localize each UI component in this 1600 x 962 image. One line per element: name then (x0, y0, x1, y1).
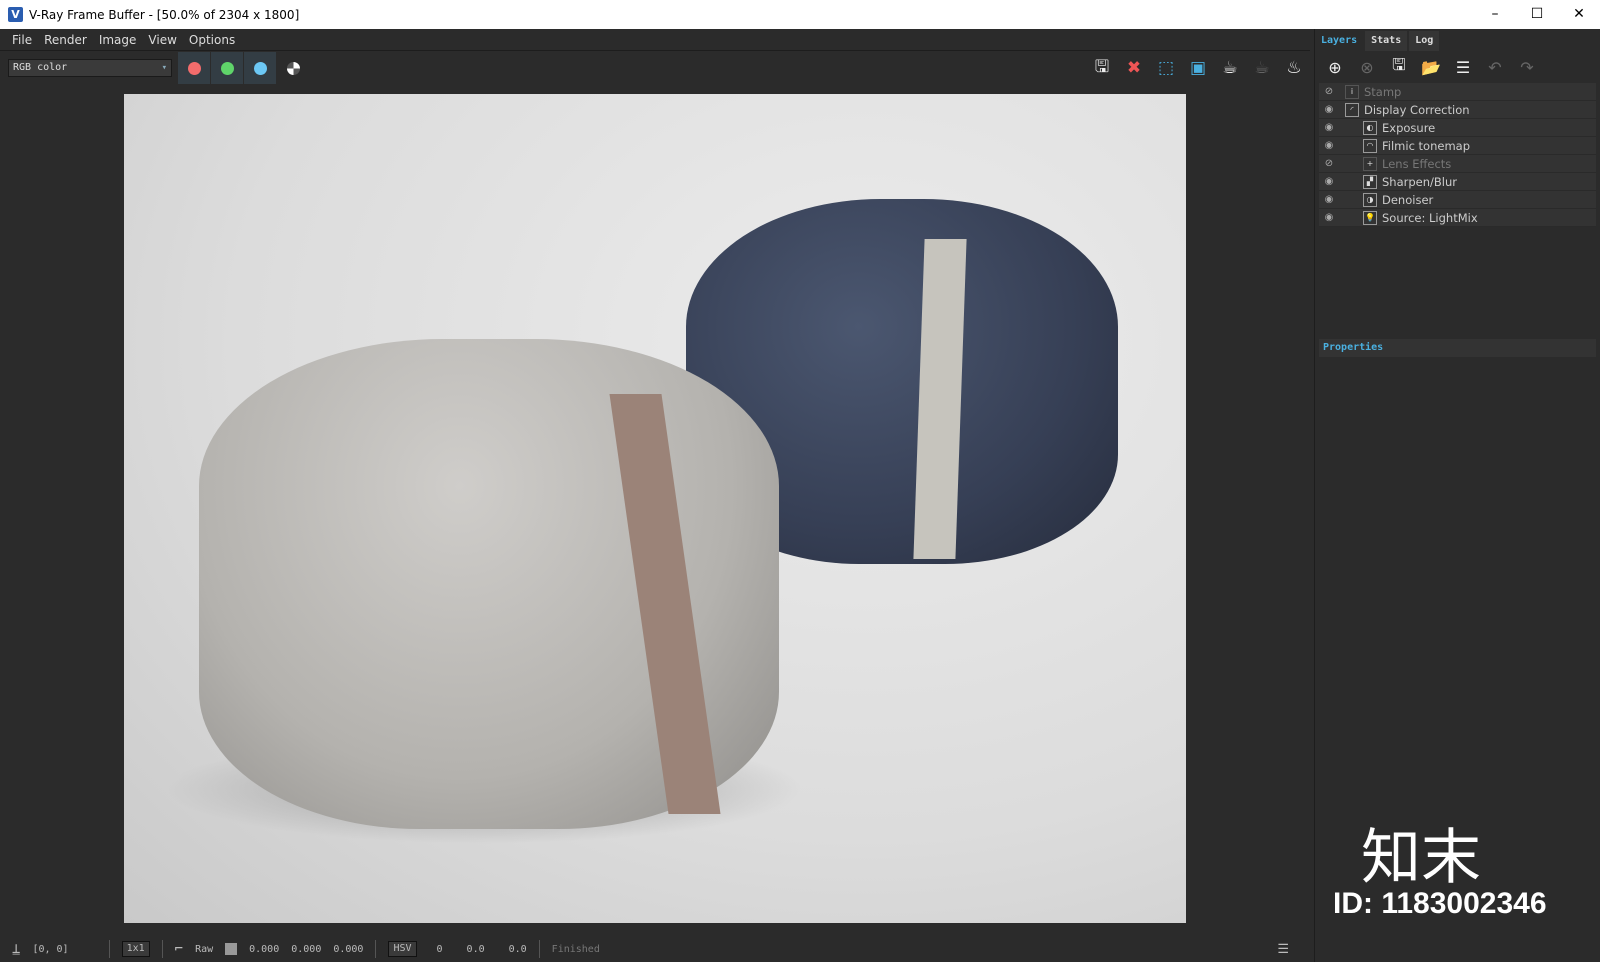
properties-header: Properties (1319, 339, 1596, 357)
clear-icon[interactable]: ✖ (1118, 52, 1150, 84)
close-button[interactable]: ✕ (1558, 0, 1600, 29)
visibility-eye-icon[interactable]: ⊘ (1319, 158, 1339, 169)
layer-type-icon: + (1363, 156, 1377, 171)
layer-name: Source: LightMix (1382, 210, 1478, 225)
curve-icon[interactable]: ⌐ (175, 941, 183, 957)
watermark-logo: 知末 (1361, 824, 1481, 891)
visibility-eye-icon[interactable]: ◉ (1319, 212, 1339, 223)
layer-name: Denoiser (1382, 192, 1434, 207)
render-status: Finished (551, 943, 600, 955)
tab-layers[interactable]: Layers (1315, 31, 1364, 51)
undo-icon[interactable]: ↶ (1479, 58, 1511, 77)
layers-panel: Layers Stats Log ⊕ ⊗ 🖫 📂 ☰ ↶ ↷ ⊘ i Stamp ◉ ◜… (1314, 29, 1600, 962)
tab-log[interactable]: Log (1409, 31, 1440, 51)
g-value: 0.000 (291, 943, 322, 955)
layer-item[interactable]: ◉ ◑ Denoiser (1319, 191, 1596, 209)
visibility-eye-icon[interactable]: ◉ (1319, 194, 1339, 205)
visibility-eye-icon[interactable]: ◉ (1319, 176, 1339, 187)
b-value: 0.000 (333, 943, 364, 955)
r-value: 0.000 (249, 943, 280, 955)
layer-type-icon: 💡 (1363, 210, 1377, 225)
toolbar: RGB color 🖫 ✖ ⬚ ▣ ☕ ☕ ♨ (0, 52, 1310, 84)
title-bar: V V-Ray Frame Buffer - [50.0% of 2304 x … (0, 0, 1600, 29)
lock-region-icon[interactable]: ▣ (1182, 52, 1214, 84)
s-value: 0.0 (466, 943, 485, 955)
save-icon[interactable]: 🖫 (1086, 52, 1118, 84)
channel-select[interactable]: RGB color (8, 59, 172, 77)
raw-label: Raw (195, 943, 214, 955)
watermark-id: ID: 1183002346 (1333, 887, 1547, 920)
load-layers-icon[interactable]: 📂 (1415, 58, 1447, 77)
add-layer-icon[interactable]: ⊕ (1319, 58, 1351, 77)
layer-name: Stamp (1364, 84, 1402, 99)
layer-list-icon[interactable]: ☰ (1447, 58, 1479, 77)
layer-name: Lens Effects (1382, 156, 1452, 171)
menu-view[interactable]: View (148, 33, 176, 47)
vray-logo-icon: V (8, 7, 23, 22)
layer-type-icon: i (1345, 84, 1359, 99)
tab-stats[interactable]: Stats (1365, 31, 1408, 51)
visibility-eye-icon[interactable]: ⊘ (1319, 86, 1339, 97)
red-channel-button[interactable] (178, 52, 210, 84)
teapot-icon[interactable]: ♨ (1278, 52, 1310, 84)
layer-name: Exposure (1382, 120, 1436, 135)
layer-item[interactable]: ◉ ◐ Exposure (1319, 119, 1596, 137)
layer-item[interactable]: ◉ ▞ Sharpen/Blur (1319, 173, 1596, 191)
v-value: 0.0 (508, 943, 527, 955)
sample-size-dropdown[interactable]: 1x1 (121, 941, 150, 957)
menu-file[interactable]: File (12, 33, 32, 47)
menu-options[interactable]: Options (189, 33, 235, 47)
menu-bar: File Render Image View Options (0, 29, 1310, 51)
maximize-button[interactable]: ☐ (1516, 0, 1558, 29)
stop-icon[interactable]: ☕ (1246, 52, 1278, 84)
status-bar: ⍊ [0, 0] 1x1 ⌐ Raw 0.000 0.000 0.000 HSV… (0, 936, 1305, 962)
layer-type-icon: ◠ (1363, 138, 1377, 153)
alpha-icon (286, 61, 300, 75)
layer-item[interactable]: ⊘ + Lens Effects (1319, 155, 1596, 173)
delete-layer-icon[interactable]: ⊗ (1351, 58, 1383, 77)
save-layers-icon[interactable]: 🖫 (1383, 54, 1415, 81)
h-value: 0 (436, 943, 443, 955)
layer-list: ⊘ i Stamp ◉ ◜ Display Correction ◉ ◐ Exposure ◉ ◠ F… (1319, 83, 1596, 227)
layer-name: Sharpen/Blur (1382, 174, 1458, 189)
green-dot-icon (220, 61, 234, 75)
menu-image[interactable]: Image (99, 33, 137, 47)
blue-dot-icon (253, 61, 267, 75)
layer-type-icon: ◐ (1363, 120, 1377, 135)
colorspace-dropdown[interactable]: HSV (388, 941, 417, 957)
pin-icon[interactable]: ⍊ (12, 941, 20, 957)
menu-render[interactable]: Render (44, 33, 87, 47)
layer-name: Display Correction (1364, 102, 1470, 117)
minimize-button[interactable]: – (1474, 0, 1516, 29)
color-swatch (225, 943, 238, 955)
red-dot-icon (187, 61, 201, 75)
blue-channel-button[interactable] (244, 52, 276, 84)
visibility-eye-icon[interactable]: ◉ (1319, 104, 1339, 115)
layer-type-icon: ◑ (1363, 192, 1377, 207)
region-icon[interactable]: ⬚ (1150, 52, 1182, 84)
layer-type-icon: ▞ (1363, 174, 1377, 189)
rendered-image (124, 94, 1186, 923)
layer-item[interactable]: ⊘ i Stamp (1319, 83, 1596, 101)
render-icon[interactable]: ☕ (1214, 52, 1246, 84)
visibility-eye-icon[interactable]: ◉ (1319, 122, 1339, 133)
layer-type-icon: ◜ (1345, 102, 1359, 117)
visibility-eye-icon[interactable]: ◉ (1319, 140, 1339, 151)
alpha-channel-button[interactable] (277, 52, 309, 84)
layer-name: Filmic tonemap (1382, 138, 1471, 153)
pixel-coords: [0, 0] (32, 943, 69, 955)
image-viewport[interactable] (0, 84, 1305, 936)
log-icon[interactable]: ☰ (1277, 942, 1289, 957)
green-channel-button[interactable] (211, 52, 243, 84)
window-title: V-Ray Frame Buffer - [50.0% of 2304 x 18… (29, 7, 300, 22)
layer-item[interactable]: ◉ 💡 Source: LightMix (1319, 209, 1596, 227)
redo-icon[interactable]: ↷ (1511, 58, 1543, 77)
layer-item[interactable]: ◉ ◠ Filmic tonemap (1319, 137, 1596, 155)
layer-item[interactable]: ◉ ◜ Display Correction (1319, 101, 1596, 119)
